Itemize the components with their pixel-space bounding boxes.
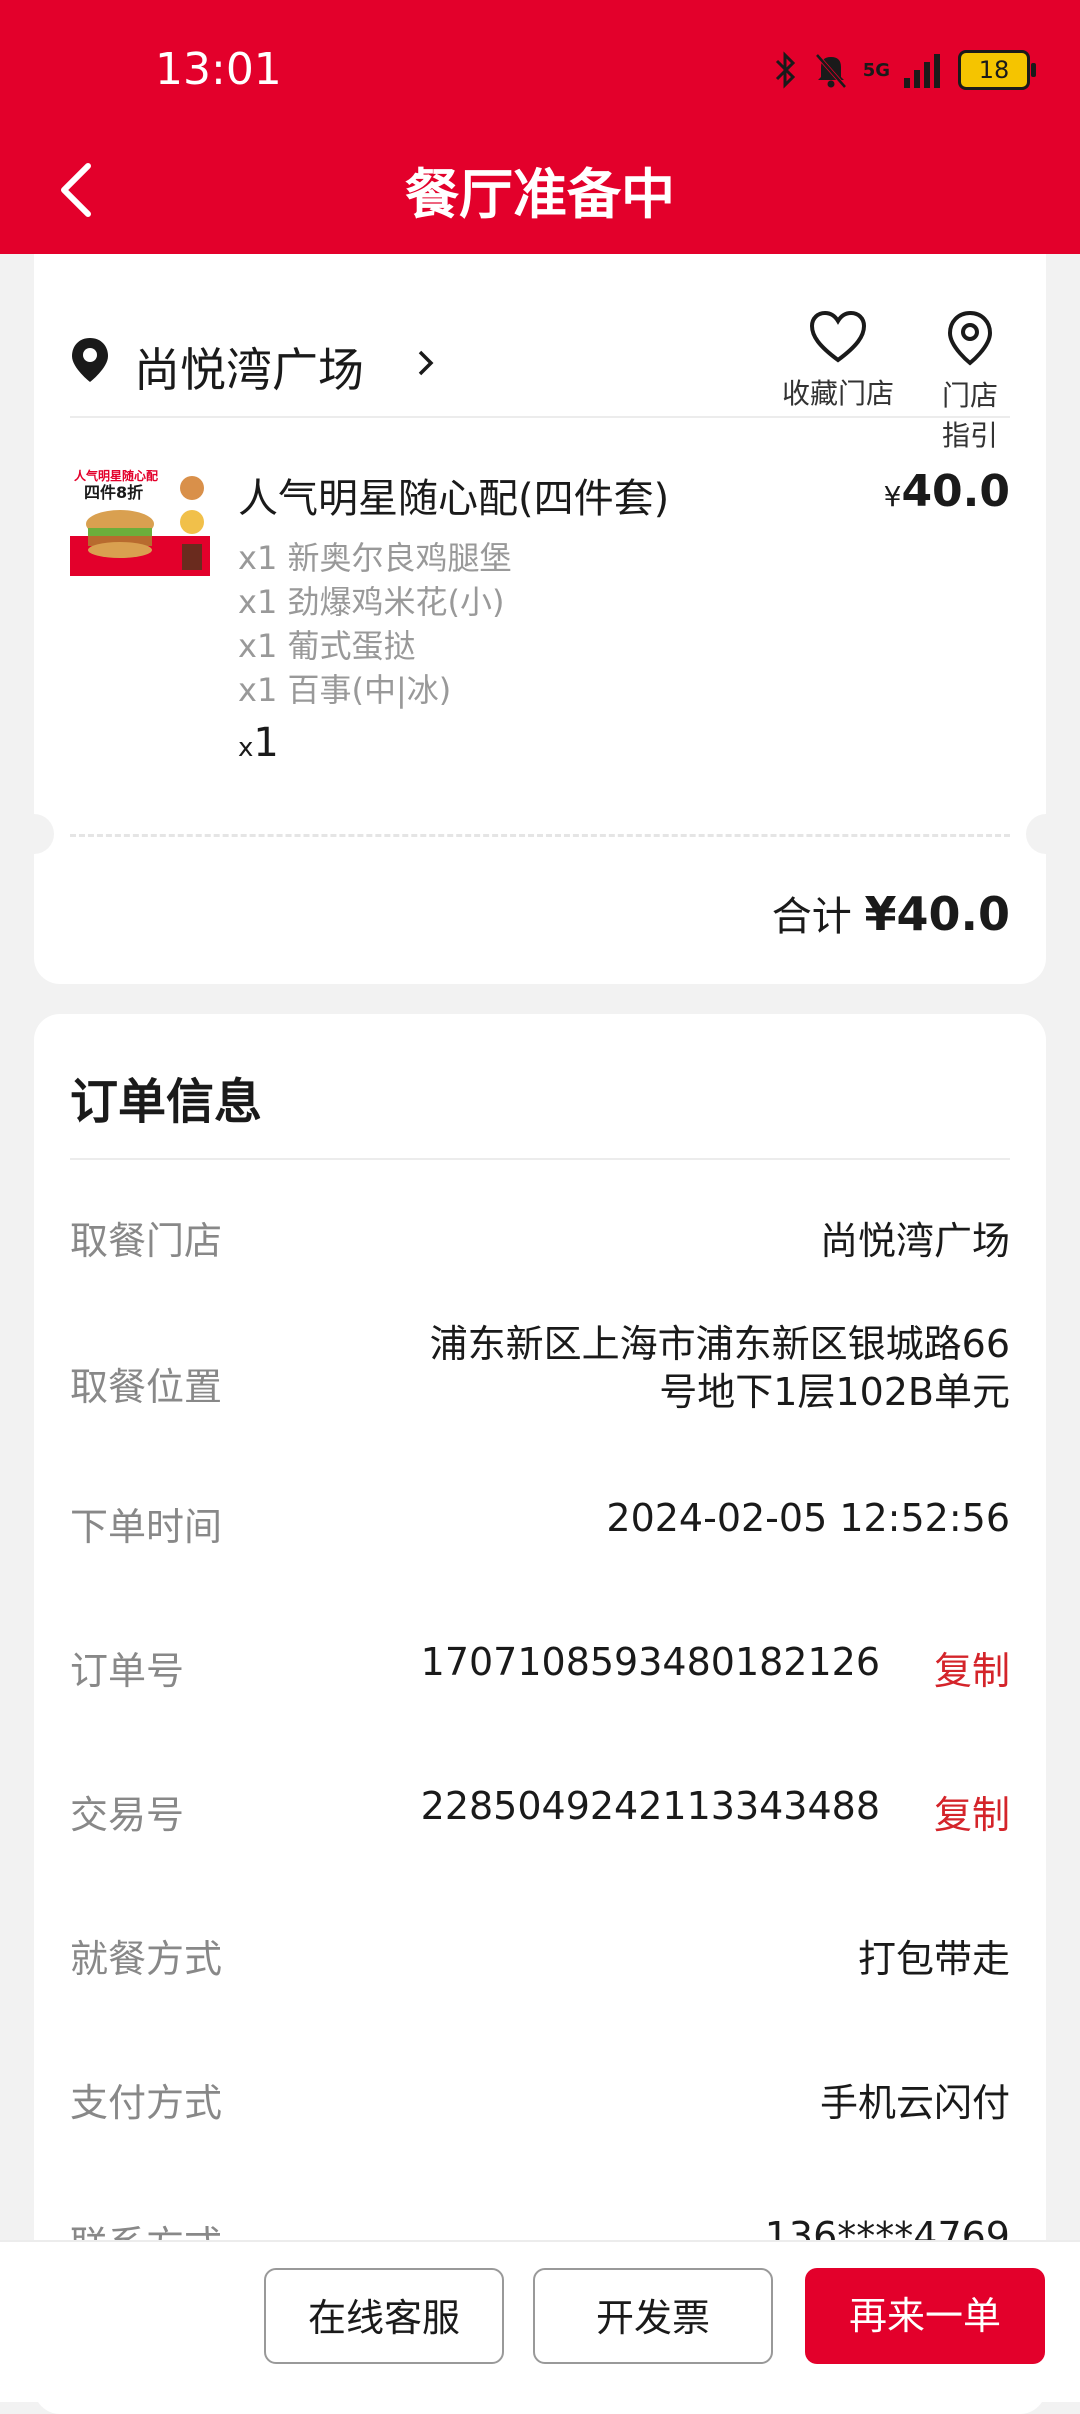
list-item: x1 百事(中|冰) xyxy=(238,671,452,709)
product-image-text-2: 四件8折 xyxy=(84,483,143,502)
info-value: 打包带走 xyxy=(857,1937,1010,1981)
info-label: 取餐位置 xyxy=(70,1365,223,1409)
product-image-text-1: 人气明星随心配 xyxy=(74,468,158,483)
info-value: 2285049242113343488 xyxy=(420,1784,880,1828)
info-value: 手机云闪付 xyxy=(819,2081,1010,2125)
order-summary-card: 尚悦湾广场 收藏门店 门店指引 人气明星随心配 四件8折 人气明星随心配(四件套… xyxy=(14,254,1066,984)
info-label: 下单时间 xyxy=(70,1505,223,1549)
list-item: x1 新奥尔良鸡腿堡 xyxy=(238,539,512,577)
product-price: ¥40.0 xyxy=(884,466,1010,517)
copy-transaction-number-button[interactable]: 复制 xyxy=(934,1784,1010,1839)
favorite-store-label: 收藏门店 xyxy=(782,377,895,410)
list-item: x1 劲爆鸡米花(小) xyxy=(238,583,505,621)
invoice-button[interactable]: 开发票 xyxy=(533,2268,773,2364)
status-icons: 5G 18 xyxy=(773,50,1036,90)
reorder-button[interactable]: 再来一单 xyxy=(805,2268,1045,2364)
network-label: 5G xyxy=(862,59,890,81)
store-row: 尚悦湾广场 收藏门店 门店指引 xyxy=(70,290,1010,452)
mute-bell-icon xyxy=(815,53,847,89)
location-pin-icon xyxy=(72,338,108,382)
product-quantity: x1 xyxy=(238,720,279,766)
info-value: 尚悦湾广场 xyxy=(819,1219,1010,1263)
page-title: 餐厅准备中 xyxy=(405,163,675,226)
bottom-action-bar: 在线客服 开发票 再来一单 xyxy=(0,2240,1080,2402)
info-value: 1707108593480182126 xyxy=(420,1640,880,1684)
quantity-prefix: x xyxy=(238,733,254,763)
order-info-card: 订单信息 取餐门店 尚悦湾广场 取餐位置 浦东新区上海市浦东新区银城路66 号地… xyxy=(34,1014,1046,2414)
info-label: 交易号 xyxy=(70,1793,185,1837)
divider xyxy=(70,416,1010,418)
divider xyxy=(70,1158,1010,1160)
online-service-button[interactable]: 在线客服 xyxy=(264,2268,504,2364)
signal-icon xyxy=(904,54,940,88)
product-name: 人气明星随心配(四件套) xyxy=(238,476,670,522)
chevron-right-icon[interactable] xyxy=(416,348,436,378)
total-label: 合计 xyxy=(771,894,852,940)
total-value: ¥40.0 xyxy=(864,887,1010,941)
list-item: x1 葡式蛋挞 xyxy=(238,627,416,665)
battery-icon: 18 xyxy=(958,50,1036,90)
copy-order-number-button[interactable]: 复制 xyxy=(934,1640,1010,1695)
ticket-notch-right xyxy=(1026,814,1066,854)
order-info-title: 订单信息 xyxy=(70,1074,263,1130)
favorite-store-button[interactable]: 收藏门店 xyxy=(782,310,894,412)
ticket-notch-left xyxy=(14,814,54,854)
info-label: 订单号 xyxy=(70,1649,185,1693)
address-line-2: 号地下1层102B单元 xyxy=(659,1370,1010,1414)
info-value: 浦东新区上海市浦东新区银城路66 号地下1层102B单元 xyxy=(430,1320,1010,1416)
order-total: 合计 ¥40.0 xyxy=(772,884,1010,942)
address-line-1: 浦东新区上海市浦东新区银城路66 xyxy=(429,1322,1010,1366)
product-items-list: x1 新奥尔良鸡腿堡 x1 劲爆鸡米花(小) x1 葡式蛋挞 x1 百事(中|冰… xyxy=(238,536,511,712)
info-label: 取餐门店 xyxy=(70,1219,223,1263)
product-image: 人气明星随心配 四件8折 xyxy=(70,466,210,576)
status-time: 13:01 xyxy=(155,44,282,95)
info-label: 支付方式 xyxy=(70,2081,223,2125)
info-label: 就餐方式 xyxy=(70,1937,223,1981)
store-name-link[interactable]: 尚悦湾广场 xyxy=(134,334,364,400)
info-value: 2024-02-05 12:52:56 xyxy=(606,1496,1010,1540)
currency-symbol: ¥ xyxy=(883,480,902,513)
heart-icon xyxy=(809,310,867,363)
location-outline-icon xyxy=(947,310,993,366)
store-guide-button[interactable]: 门店指引 xyxy=(930,310,1010,454)
product-price-value: 40.0 xyxy=(901,466,1010,517)
quantity-value: 1 xyxy=(253,720,279,766)
bluetooth-icon xyxy=(775,51,795,89)
header-bar: 13:01 5G 18 餐厅准备中 xyxy=(0,0,1080,254)
dashed-divider xyxy=(70,834,1010,837)
